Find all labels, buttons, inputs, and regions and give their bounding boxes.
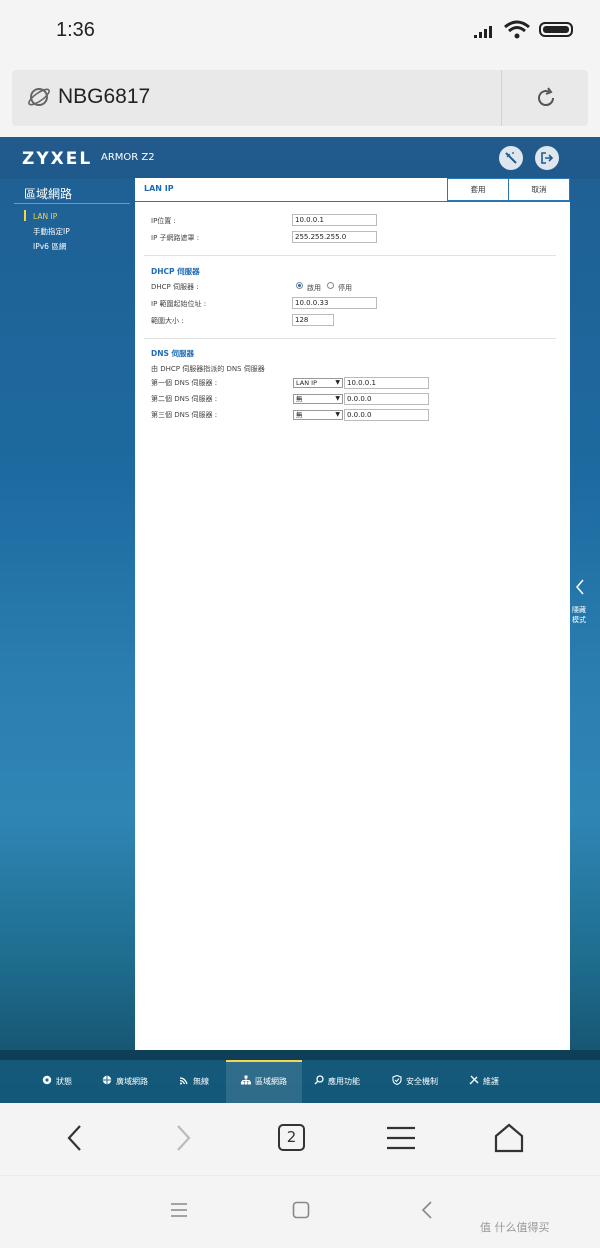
dhcp-enable-radio[interactable] [296,282,303,289]
forward-icon[interactable] [168,1123,198,1153]
nav-applications-label: 應用功能 [328,1077,360,1086]
brand-logo: ZYXEL [22,149,93,169]
tabs-button[interactable]: 2 [278,1124,305,1151]
dns-description: 由 DHCP 伺服器指派的 DNS 伺服器 [151,365,265,373]
divider [144,338,556,339]
router-header: ZYXEL ARMOR Z2 [0,137,600,179]
dns3-label: 第三個 DNS 伺服器 : [151,411,218,419]
divider [501,70,502,126]
nav-status[interactable]: 狀態 [42,1060,72,1103]
dropdown-arrow-icon: ▼ [335,395,340,402]
home-icon[interactable] [494,1123,524,1153]
tools-icon [469,1075,479,1085]
sidebar-item-lan-ip[interactable]: LAN IP [33,212,57,221]
router-webpage: ZYXEL ARMOR Z2 區域網路 LAN IP 手動指定IP IPv6 區… [0,137,600,1103]
dns1-label: 第一個 DNS 伺服器 : [151,379,218,387]
divider [14,203,130,204]
active-tab-indicator [226,1060,302,1062]
content-panel: LAN IP 套用 取消 IP位置 : 10.0.0.1 IP 子網路遮罩 : … [135,178,570,1050]
dhcp-disable-label: 停用 [338,284,352,292]
wizard-button[interactable] [499,146,523,170]
magic-wand-icon [505,152,517,164]
divider [0,1050,600,1060]
status-icon [42,1075,52,1085]
url-text[interactable]: NBG6817 [58,85,150,109]
status-time: 1:36 [56,19,95,41]
watermark: 值 什么值得买 [480,1221,550,1234]
logout-icon [541,152,554,164]
nav-lan-label: 區域網路 [255,1077,287,1086]
signal-icon [474,24,496,38]
dhcp-section-title: DHCP 伺服器 [151,267,200,276]
page-title: LAN IP [144,184,174,193]
back-nav-icon[interactable] [420,1201,434,1219]
dns3-select-value: 無 [296,411,303,419]
nav-wan-label: 廣域網路 [116,1077,148,1086]
nav-security[interactable]: 安全機制 [392,1060,438,1103]
nav-lan[interactable]: 區域網路 [226,1060,302,1103]
system-nav-bar: 值 什么值得买 [0,1175,600,1248]
nav-applications[interactable]: 應用功能 [314,1060,360,1103]
panel-header: LAN IP 套用 取消 [135,178,570,202]
browser-toolbar: 2 [0,1103,600,1175]
nav-security-label: 安全機制 [406,1077,438,1086]
chevron-left-icon [576,579,584,595]
hide-mode-label: 隱藏模式 [572,606,586,624]
sidebar-item-static-ip[interactable]: 手動指定IP [33,226,70,237]
reload-icon[interactable] [534,86,558,110]
dns1-select[interactable]: LAN IP ▼ [293,378,343,388]
recent-apps-icon[interactable] [170,1202,188,1218]
bottom-nav: 狀態 廣域網路 無線 區域網路 應用功能 安全機制 維護 [0,1060,600,1103]
status-bar: 1:36 [0,0,600,64]
dns1-select-value: LAN IP [296,379,317,387]
dns3-field[interactable]: 0.0.0.0 [344,409,429,421]
wifi-status-icon [504,20,530,39]
nav-maintenance-label: 維護 [483,1077,499,1086]
back-icon[interactable] [60,1123,90,1153]
nav-status-label: 狀態 [56,1077,72,1086]
dhcp-size-label: 範圍大小 : [151,317,184,325]
battery-icon [539,22,573,37]
divider [144,255,556,256]
dns2-label: 第二個 DNS 伺服器 : [151,395,218,403]
dns3-select[interactable]: 無 ▼ [293,410,343,420]
dhcp-server-label: DHCP 伺服器 : [151,283,199,291]
sidebar-item-ipv6-lan[interactable]: IPv6 區網 [33,241,66,252]
nav-wan[interactable]: 廣域網路 [102,1060,148,1103]
ip-address-field[interactable]: 10.0.0.1 [292,214,377,226]
dhcp-start-label: IP 範圍起始位址 : [151,300,207,308]
apps-icon [314,1075,324,1085]
dns-section-title: DNS 伺服器 [151,349,195,358]
dhcp-start-field[interactable]: 10.0.0.33 [292,297,377,309]
dhcp-size-field[interactable]: 128 [292,314,334,326]
active-indicator [24,210,26,221]
apply-button[interactable]: 套用 [447,178,509,201]
subnet-mask-label: IP 子網路遮罩 : [151,234,200,242]
logout-button[interactable] [535,146,559,170]
home-nav-icon[interactable] [292,1201,310,1219]
dropdown-arrow-icon: ▼ [335,379,340,386]
dhcp-enable-label: 啟用 [307,284,321,292]
model-name: ARMOR Z2 [101,152,155,163]
dhcp-disable-radio[interactable] [327,282,334,289]
dns2-select[interactable]: 無 ▼ [293,394,343,404]
lan-icon [241,1075,251,1085]
subnet-mask-field[interactable]: 255.255.255.0 [292,231,377,243]
planet-icon [28,88,50,106]
nav-wireless-label: 無線 [193,1077,209,1086]
address-bar[interactable]: NBG6817 [12,70,588,126]
dropdown-arrow-icon: ▼ [335,411,340,418]
shield-icon [392,1075,402,1085]
menu-icon[interactable] [386,1123,416,1153]
dns2-select-value: 無 [296,395,303,403]
wifi-icon [179,1077,188,1085]
ip-address-label: IP位置 : [151,217,176,225]
dns2-field[interactable]: 0.0.0.0 [344,393,429,405]
globe-icon [102,1075,112,1085]
sidebar-title: 區域網路 [24,187,73,201]
nav-maintenance[interactable]: 維護 [469,1060,499,1103]
dns1-field[interactable]: 10.0.0.1 [344,377,429,389]
cancel-button[interactable]: 取消 [508,178,570,201]
nav-wireless[interactable]: 無線 [179,1060,209,1103]
